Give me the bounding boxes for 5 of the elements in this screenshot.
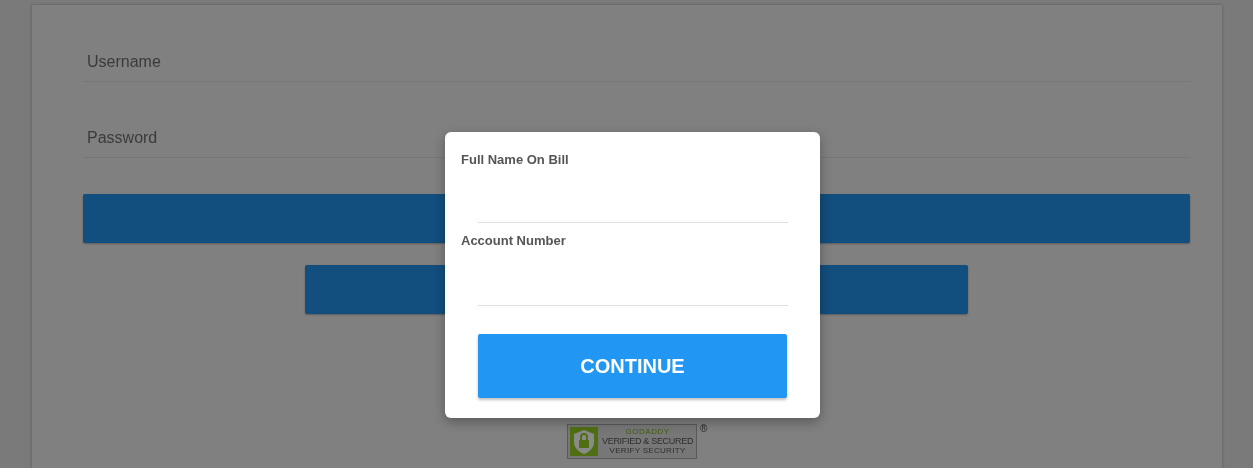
seal-subtitle: VERIFY SECURITY bbox=[609, 447, 686, 455]
seal-title: VERIFIED & SECURED bbox=[602, 437, 694, 446]
seal-brand: GODADDY bbox=[625, 428, 670, 436]
registered-mark: ® bbox=[700, 424, 708, 434]
field-label: Account Number bbox=[461, 233, 567, 249]
